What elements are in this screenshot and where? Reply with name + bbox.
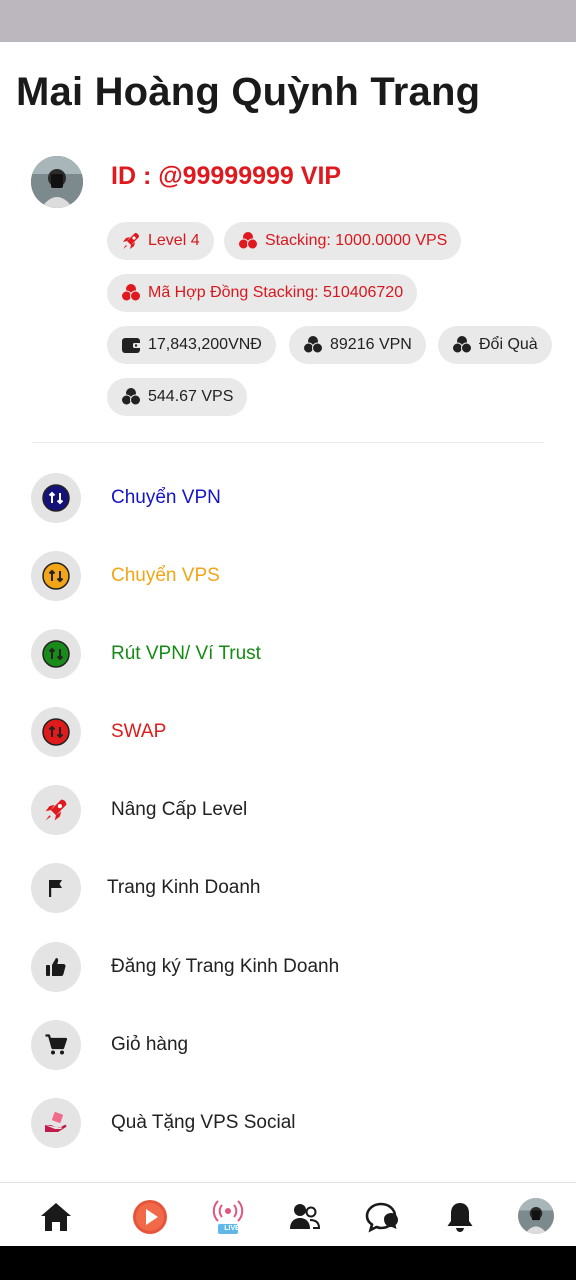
coins-icon: [237, 230, 259, 252]
menu-label: Chuyển VPN: [111, 487, 221, 508]
menu-label: Nâng Cấp Level: [111, 799, 248, 820]
stacking-chip[interactable]: Stacking: 1000.0000 VPS: [224, 222, 462, 260]
gift-exchange-chip[interactable]: Đổi Quà: [438, 326, 552, 364]
bell-icon[interactable]: [440, 1197, 480, 1237]
live-icon[interactable]: LIVE: [208, 1197, 248, 1237]
vpn-balance-label: 89216 VPN: [330, 336, 412, 353]
menu-item-swap[interactable]: SWAP: [0, 702, 576, 762]
coins-icon: [120, 282, 142, 304]
transfer-icon: [31, 473, 81, 523]
status-bar: [0, 0, 576, 42]
cart-icon: [31, 1020, 81, 1070]
wallet-icon: [120, 334, 142, 356]
menu-item-business-page[interactable]: Trang Kinh Doanh: [0, 858, 576, 918]
transfer-icon: [31, 551, 81, 601]
gift-hand-icon: [31, 1098, 81, 1148]
menu-label: Chuyển VPS: [111, 565, 220, 586]
contract-label: Mã Hợp Đồng Stacking: 510406720: [148, 284, 404, 301]
bottom-nav: LIVE: [0, 1182, 576, 1246]
chat-icon[interactable]: [362, 1197, 402, 1237]
contract-chip[interactable]: Mã Hợp Đồng Stacking: 510406720: [107, 274, 418, 312]
menu-item-upgrade-level[interactable]: Nâng Cấp Level: [0, 780, 576, 840]
menu-item-transfer-vps[interactable]: Chuyển VPS: [0, 546, 576, 606]
gift-exchange-label: Đổi Quà: [479, 336, 538, 353]
flag-icon: [31, 863, 81, 913]
rocket-icon: [120, 230, 142, 252]
transfer-icon: [31, 707, 81, 757]
menu-item-register-business[interactable]: Đăng ký Trang Kinh Doanh: [0, 937, 576, 997]
home-icon[interactable]: [36, 1197, 76, 1237]
menu-label: Giỏ hàng: [111, 1034, 189, 1055]
menu-label: Rút VPN/ Ví Trust: [111, 643, 261, 664]
stacking-label: Stacking: 1000.0000 VPS: [265, 232, 448, 249]
divider: [32, 442, 544, 443]
vnd-balance-chip[interactable]: 17,843,200VNĐ: [107, 326, 276, 364]
menu-item-cart[interactable]: Giỏ hàng: [0, 1015, 576, 1075]
live-badge: LIVE: [224, 1225, 240, 1232]
page-title: Mai Hoàng Quỳnh Trang: [16, 70, 481, 114]
coins-icon: [302, 334, 324, 356]
menu-label: Quà Tặng VPS Social: [111, 1112, 296, 1133]
profile-avatar[interactable]: [518, 1198, 554, 1234]
menu-label: SWAP: [111, 721, 167, 742]
thumbs-up-icon: [31, 942, 81, 992]
rocket-icon: [31, 785, 81, 835]
menu-item-transfer-vpn[interactable]: Chuyển VPN: [0, 468, 576, 528]
vpn-balance-chip[interactable]: 89216 VPN: [289, 326, 426, 364]
avatar[interactable]: [31, 156, 83, 208]
coins-icon: [120, 386, 142, 408]
menu-item-gift-social[interactable]: Quà Tặng VPS Social: [0, 1093, 576, 1153]
vps-balance-label: 544.67 VPS: [148, 388, 234, 405]
transfer-icon: [31, 629, 81, 679]
vnd-balance-label: 17,843,200VNĐ: [148, 336, 262, 353]
user-id: ID : @99999999 VIP: [111, 162, 342, 190]
vps-balance-chip[interactable]: 544.67 VPS: [107, 378, 248, 416]
menu-label: Đăng ký Trang Kinh Doanh: [111, 956, 340, 977]
level-chip[interactable]: Level 4: [107, 222, 214, 260]
friends-icon[interactable]: [285, 1197, 325, 1237]
level-label: Level 4: [148, 232, 200, 249]
coins-icon: [451, 334, 473, 356]
menu-item-withdraw-vpn[interactable]: Rút VPN/ Ví Trust: [0, 624, 576, 684]
play-icon[interactable]: [130, 1197, 170, 1237]
system-nav-bar: [0, 1246, 576, 1280]
menu-label: Trang Kinh Doanh: [107, 877, 261, 898]
